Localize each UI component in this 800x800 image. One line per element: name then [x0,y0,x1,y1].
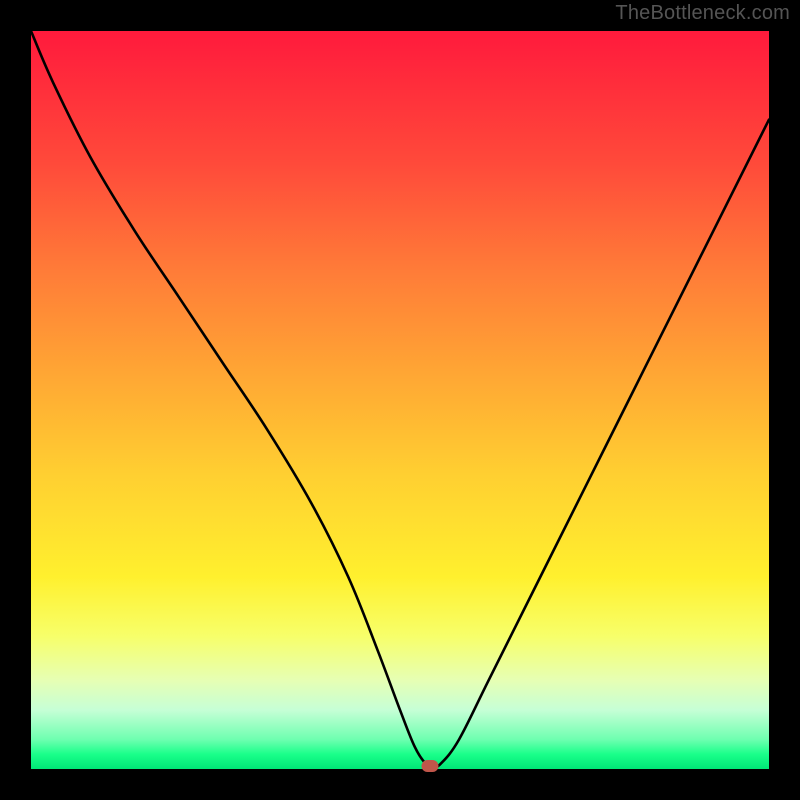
plot-area [31,31,769,769]
watermark-text: TheBottleneck.com [615,2,790,25]
optimal-marker [421,760,438,772]
chart-frame: TheBottleneck.com [0,0,800,800]
bottleneck-curve [31,31,769,769]
